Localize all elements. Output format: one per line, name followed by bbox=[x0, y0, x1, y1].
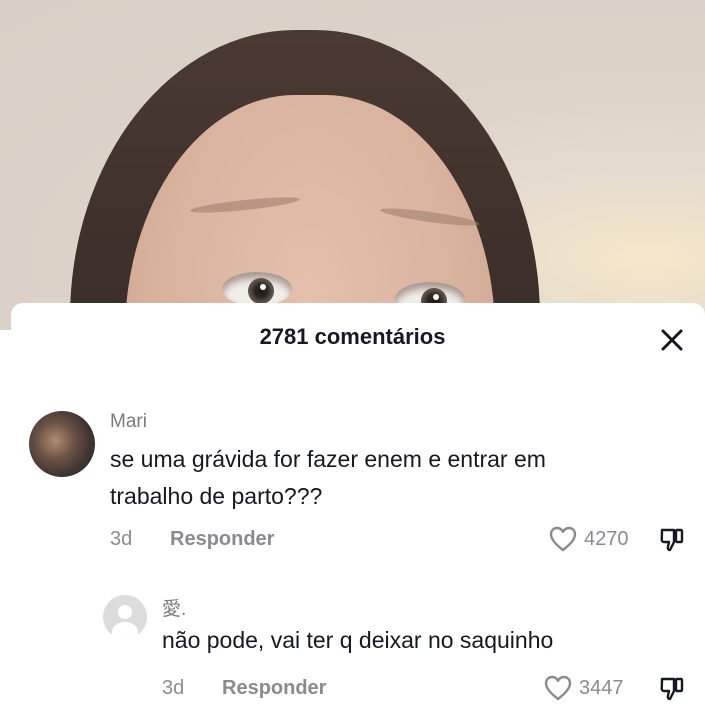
comment-age: 3d bbox=[110, 528, 133, 550]
default-avatar-icon[interactable] bbox=[103, 595, 147, 639]
like-button[interactable]: 3447 bbox=[543, 674, 624, 702]
like-button[interactable]: 4270 bbox=[548, 525, 629, 553]
close-icon[interactable] bbox=[658, 326, 686, 354]
reply-username[interactable]: 愛. bbox=[162, 594, 186, 621]
like-count: 3447 bbox=[579, 676, 624, 699]
left-eye bbox=[222, 272, 292, 306]
thumbs-down-icon[interactable] bbox=[658, 675, 686, 703]
comment-text-line-1: se uma grávida for fazer enem e entrar e… bbox=[110, 446, 546, 472]
reply-text: não pode, vai ter q deixar no saquinho bbox=[162, 627, 554, 653]
comment-text-line-2: trabalho de parto??? bbox=[110, 483, 323, 509]
heart-icon bbox=[544, 675, 572, 701]
comment-username[interactable]: Mari bbox=[110, 411, 147, 433]
comments-count-title: 2781 comentários bbox=[259, 324, 446, 349]
avatar[interactable] bbox=[29, 411, 95, 477]
heart-icon bbox=[549, 526, 577, 552]
reply-button[interactable]: Responder bbox=[222, 677, 326, 700]
reply-button[interactable]: Responder bbox=[170, 528, 274, 551]
like-count: 4270 bbox=[584, 527, 629, 550]
video-frame[interactable] bbox=[0, 0, 705, 330]
thumbs-down-icon[interactable] bbox=[658, 526, 686, 554]
reply-age: 3d bbox=[162, 677, 185, 699]
